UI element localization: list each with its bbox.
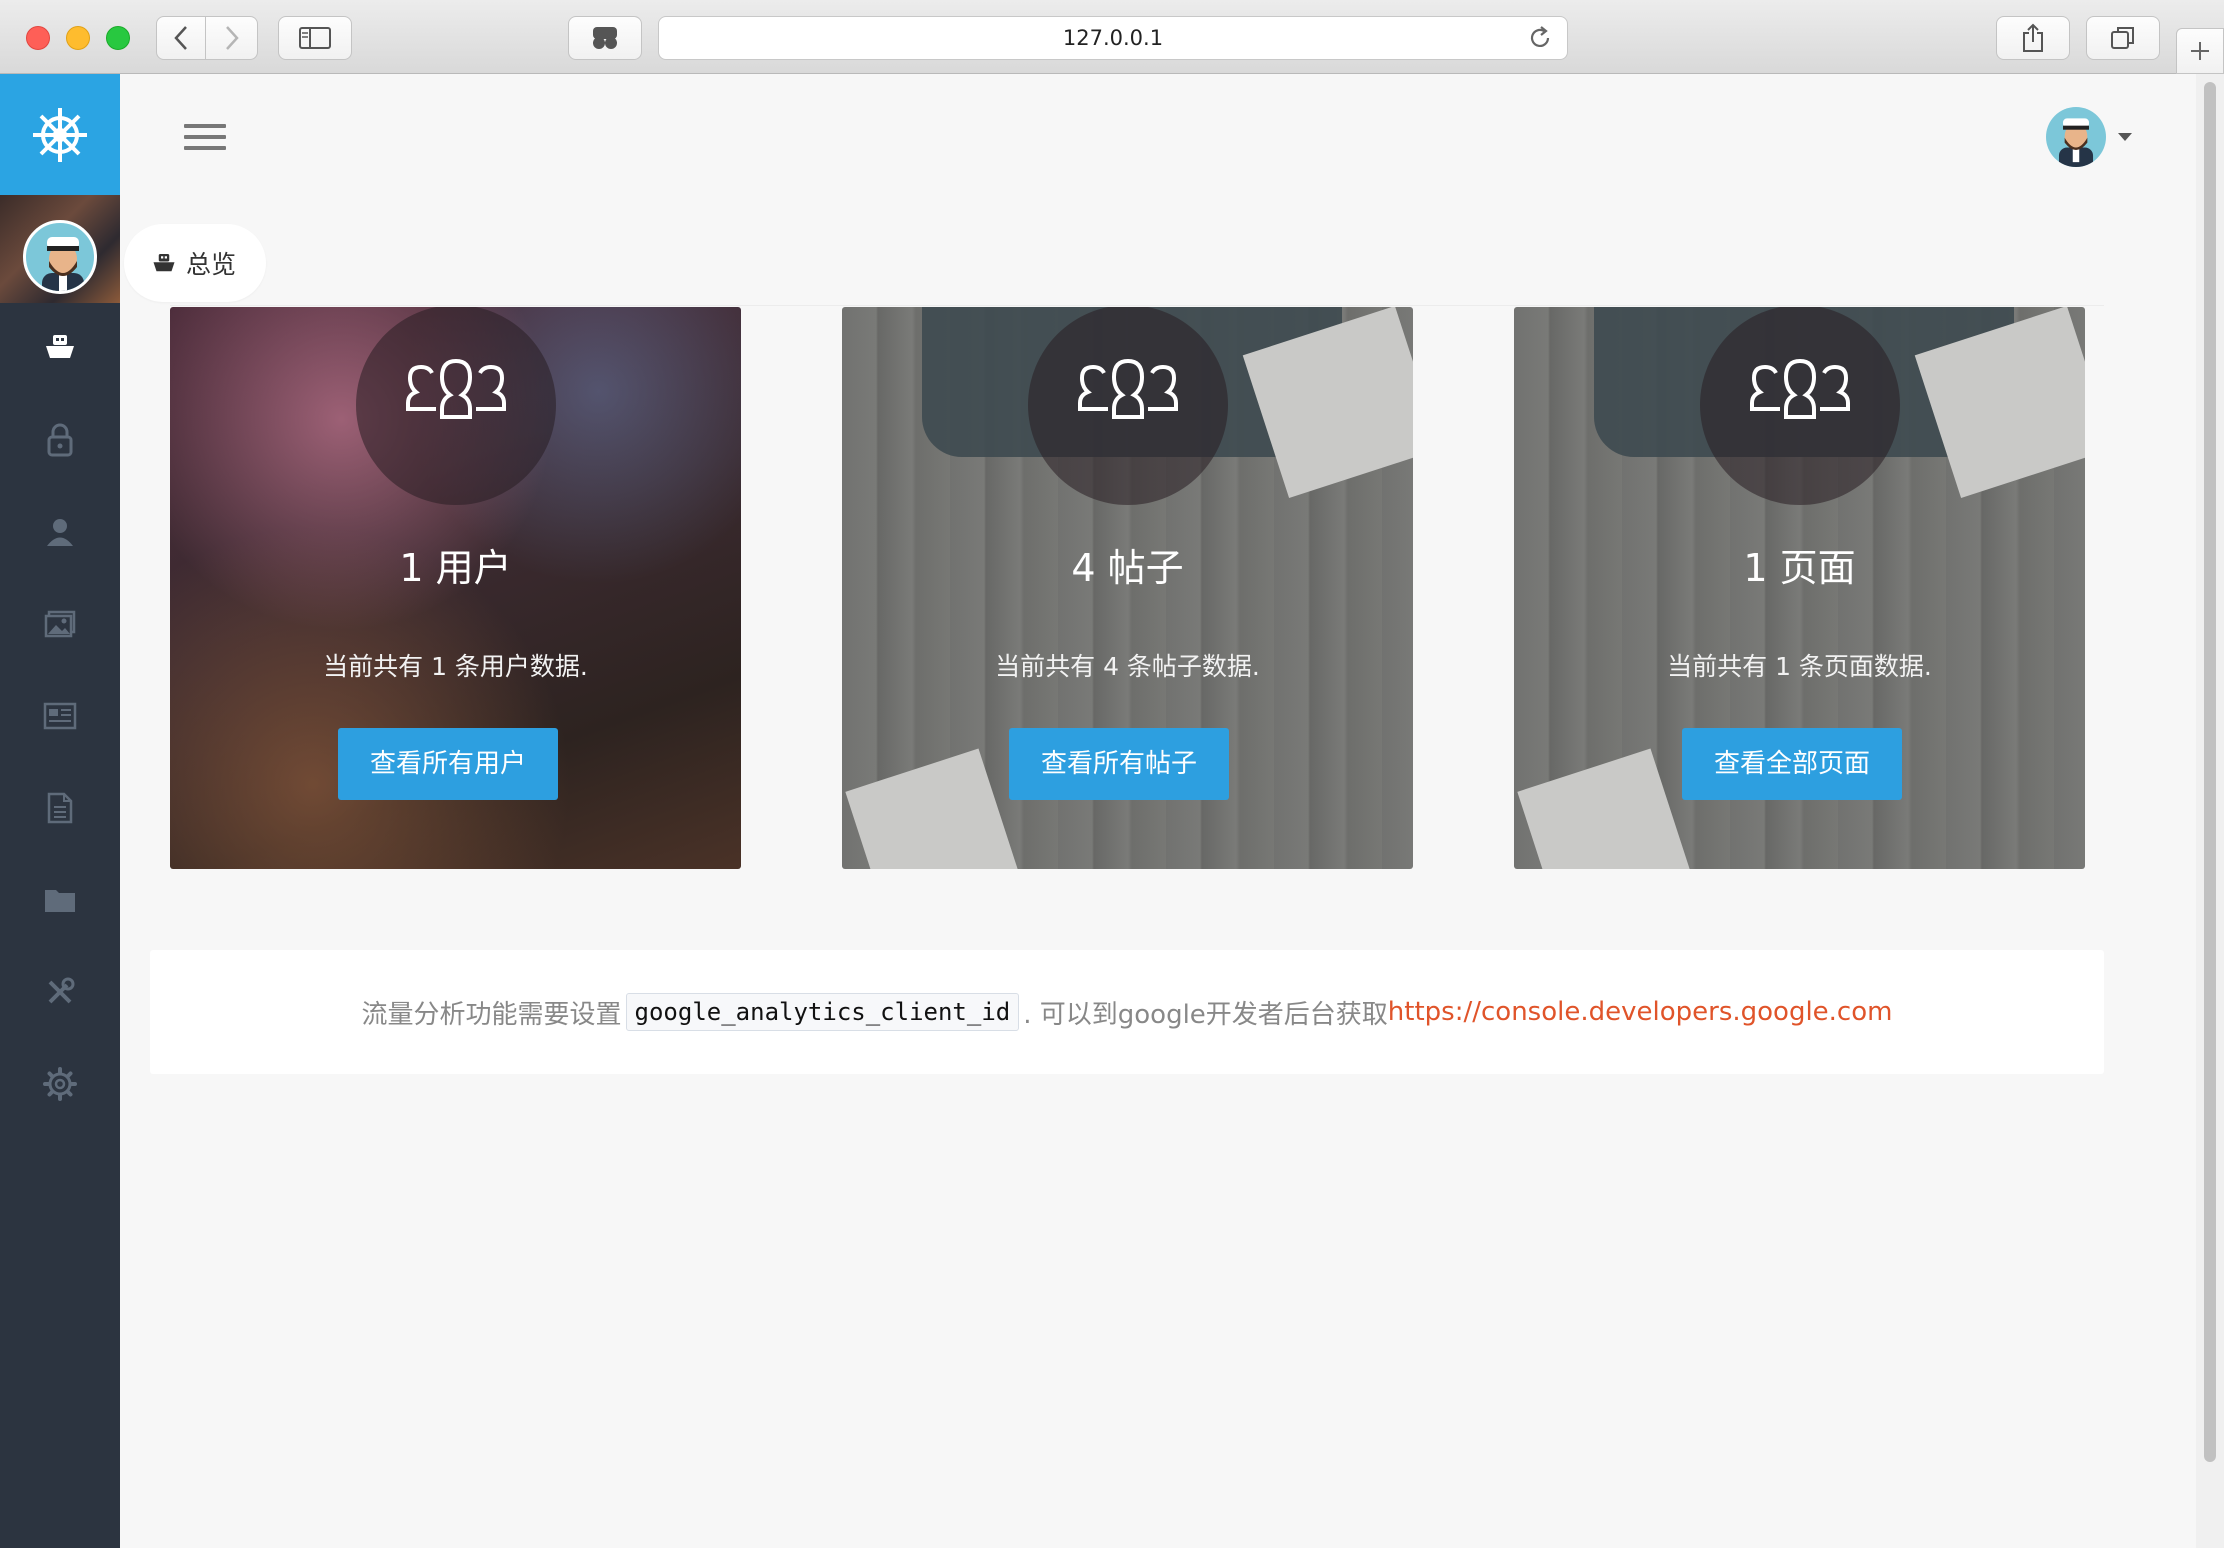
- hamburger-icon: [184, 124, 226, 128]
- stat-card-users: 1 用户 当前共有 1 条用户数据. 查看所有用户: [170, 307, 741, 869]
- minimize-window-button[interactable]: [66, 26, 90, 50]
- card-title: 1 页面: [1743, 546, 1856, 590]
- users-group-icon: [406, 358, 506, 419]
- reader-mode-button[interactable]: [568, 16, 642, 60]
- users-group-icon: [1078, 358, 1178, 419]
- logo[interactable]: [0, 74, 120, 195]
- user-menu-avatar[interactable]: [2046, 107, 2106, 167]
- sidebar-item-files[interactable]: [40, 880, 80, 920]
- config-key-code: google_analytics_client_id: [625, 993, 1020, 1031]
- card-description: 当前共有 4 条帖子数据.: [995, 652, 1260, 681]
- sidebar-item-dashboard[interactable]: [40, 327, 80, 367]
- back-button[interactable]: [156, 16, 206, 60]
- reload-icon[interactable]: [1527, 25, 1553, 51]
- sidebar-avatar[interactable]: [23, 220, 97, 294]
- chevron-left-icon: [174, 26, 187, 50]
- ship-icon: [46, 335, 74, 358]
- sidebar-item-media[interactable]: [40, 604, 80, 644]
- url-text: 127.0.0.1: [1062, 26, 1164, 50]
- card-description: 当前共有 1 条页面数据.: [1667, 652, 1932, 681]
- view-all-posts-button[interactable]: 查看所有帖子: [1009, 728, 1230, 800]
- sidebar-item-settings[interactable]: [40, 1064, 80, 1104]
- notice-prefix: 流量分析功能需要设置: [361, 999, 622, 1030]
- folder-icon: [45, 890, 75, 912]
- close-window-button[interactable]: [26, 26, 50, 50]
- page-scrollbar[interactable]: [2196, 74, 2224, 1548]
- tabs-icon: [2111, 27, 2134, 49]
- glasses-icon: [593, 27, 617, 49]
- forward-button[interactable]: [206, 16, 258, 60]
- newspaper-icon: [43, 702, 77, 730]
- sidebar-item-pages[interactable]: [40, 788, 80, 828]
- sidebar-item-permissions[interactable]: [40, 420, 80, 460]
- breadcrumb: 总览: [124, 224, 267, 302]
- stat-card-pages: 1 页面 当前共有 1 条页面数据. 查看全部页面: [1514, 307, 2085, 869]
- gear-icon: [43, 1067, 77, 1101]
- captain-avatar-icon: [2058, 118, 2094, 167]
- plus-icon: [2191, 42, 2209, 60]
- show-tabs-button[interactable]: [2086, 16, 2160, 60]
- user-icon: [47, 519, 73, 546]
- sidebar-icon: [299, 27, 331, 49]
- document-icon: [47, 792, 73, 824]
- card-title: 1 用户: [399, 546, 512, 590]
- breadcrumb-label: 总览: [186, 250, 237, 279]
- divider: [170, 305, 2104, 306]
- sidebar-item-users[interactable]: [40, 512, 80, 552]
- new-tab-button[interactable]: [2176, 28, 2224, 74]
- analytics-notice: 流量分析功能需要设置 google_analytics_client_id . …: [150, 950, 2104, 1074]
- menu-toggle-button[interactable]: [184, 124, 226, 154]
- stat-card-posts: 4 帖子 当前共有 4 条帖子数据. 查看所有帖子: [842, 307, 1413, 869]
- share-button[interactable]: [1996, 16, 2070, 60]
- card-description: 当前共有 1 条用户数据.: [323, 652, 588, 681]
- google-console-link[interactable]: https://console.developers.google.com: [1388, 997, 1893, 1027]
- notice-middle: . 可以到google开发者后台获取: [1023, 999, 1388, 1030]
- browser-toolbar: 127.0.0.1: [0, 0, 2224, 74]
- chevron-right-icon: [225, 26, 239, 50]
- address-bar[interactable]: 127.0.0.1: [658, 16, 1568, 60]
- caret-down-icon[interactable]: [2118, 133, 2132, 141]
- share-icon: [2023, 23, 2043, 52]
- sidebar-toggle-button[interactable]: [278, 16, 352, 60]
- view-all-users-button[interactable]: 查看所有用户: [338, 728, 559, 800]
- card-title: 4 帖子: [1071, 546, 1184, 590]
- users-group-icon: [1750, 358, 1850, 419]
- image-icon: [44, 610, 76, 638]
- ship-wheel-icon: [33, 107, 87, 162]
- ship-icon: [153, 254, 175, 272]
- scrollbar-thumb[interactable]: [2204, 82, 2216, 1462]
- sidebar-item-tools[interactable]: [40, 972, 80, 1012]
- sidebar-item-posts[interactable]: [40, 696, 80, 736]
- lock-icon: [47, 423, 73, 457]
- tools-icon: [48, 977, 75, 1004]
- view-all-pages-button[interactable]: 查看全部页面: [1682, 728, 1903, 800]
- zoom-window-button[interactable]: [106, 26, 130, 50]
